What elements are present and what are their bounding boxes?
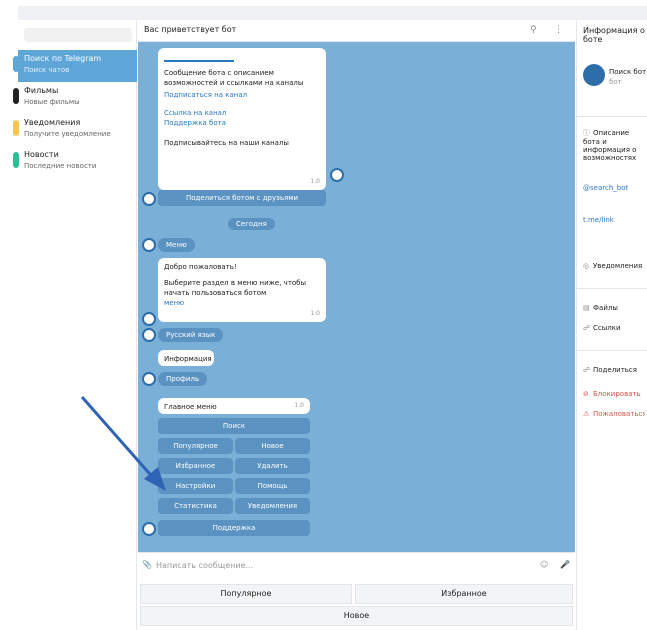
language-pill[interactable]: Русский язык	[158, 328, 224, 342]
chat-title: Вас приветствует бот	[144, 25, 237, 34]
chat-area: Сообщение бота с описанием возможностей …	[138, 42, 575, 552]
bot-avatar	[142, 372, 156, 386]
message-link[interactable]: Поддержка бота	[164, 118, 320, 128]
bot-description: ⓘ Описание бота и информация о возможност…	[583, 129, 637, 162]
chat-color-mark	[13, 152, 19, 168]
welcome-link[interactable]: меню	[164, 298, 320, 308]
emoji-icon[interactable]: ☺	[540, 560, 548, 569]
file-icon: ▤	[583, 304, 590, 312]
kb-new-button[interactable]: Новое	[235, 438, 310, 454]
chat-list-item[interactable]: Уведомления Получите уведомление	[13, 114, 137, 146]
block-icon: ⊘	[583, 390, 589, 398]
chat-list-item[interactable]: Фильмы Новые фильмы	[13, 82, 137, 114]
chat-title: Новости	[24, 150, 59, 159]
reply-button-favorites[interactable]: Избранное	[355, 584, 573, 604]
chat-title: Фильмы	[24, 86, 59, 95]
chat-subtitle: Последние новости	[24, 162, 97, 170]
welcome-message: Добро пожаловать! Выберите раздел в меню…	[158, 258, 326, 322]
bot-avatar	[142, 238, 156, 252]
arrow-annotation	[80, 396, 166, 491]
reply-button-popular[interactable]: Популярное	[140, 584, 352, 604]
chat-list-panel: Поиск по Telegram Поиск чатов Фильмы Новые …	[13, 20, 137, 630]
chat-color-mark	[13, 56, 19, 72]
menu-message: Главное меню 1:0	[158, 398, 310, 414]
notifications-toggle[interactable]: ◎ Уведомления	[583, 262, 645, 270]
link-icon: ☍	[583, 324, 591, 332]
message-time: 1:0	[294, 402, 304, 409]
chat-title: Поиск по Telegram	[24, 54, 102, 63]
reply-button-new[interactable]: Новое	[140, 606, 573, 626]
share-icon[interactable]	[330, 168, 344, 182]
bot-username[interactable]: @search_bot	[583, 184, 645, 192]
kb-notifications-button[interactable]: Уведомления	[235, 498, 310, 514]
message-text: Сообщение бота с описанием возможностей …	[164, 69, 304, 87]
chat-subtitle: Получите уведомление	[24, 130, 111, 138]
share-item[interactable]: ☍ Поделиться	[583, 366, 645, 374]
bot-avatar	[142, 328, 156, 342]
chat-subtitle: Новые фильмы	[24, 98, 80, 106]
bell-icon: ◎	[583, 262, 590, 270]
chat-color-mark	[13, 120, 19, 136]
kb-help-button[interactable]: Помощь	[235, 478, 310, 494]
attach-icon[interactable]: 📎	[142, 560, 152, 569]
bot-profile-avatar	[583, 64, 605, 86]
search-icon[interactable]: ⚲	[530, 25, 537, 35]
files-item[interactable]: ▤ Файлы	[583, 304, 645, 312]
profile-pill[interactable]: Профиль	[158, 372, 208, 386]
info-title: Информация о боте	[583, 26, 645, 44]
menu-label: Главное меню	[164, 403, 217, 411]
search-input[interactable]	[24, 28, 132, 42]
window-top-bar	[18, 6, 647, 20]
bot-avatar	[142, 192, 156, 206]
kb-search-button[interactable]: Поиск	[158, 418, 310, 434]
chat-header: Вас приветствует бот ⚲ ⋮	[138, 20, 575, 42]
kb-delete-button[interactable]: Удалить	[235, 458, 310, 474]
chat-list-item[interactable]: Новости Последние новости	[13, 146, 137, 178]
bot-name: Поиск бот	[609, 68, 647, 76]
kb-support-button[interactable]: Поддержка	[158, 520, 310, 536]
report-item[interactable]: ⚠ Пожаловаться	[583, 410, 645, 418]
kb-stats-button[interactable]: Статистика	[158, 498, 233, 514]
message-footer: Подписывайтесь на наши каналы	[164, 139, 289, 147]
message-link[interactable]: Подписаться на канал	[164, 90, 320, 100]
bot-status: бот	[609, 78, 622, 86]
chat-list-item[interactable]: Поиск по Telegram Поиск чатов	[13, 50, 137, 82]
more-icon[interactable]: ⋮	[554, 25, 563, 35]
chat-subtitle: Поиск чатов	[24, 66, 70, 74]
message-time: 1:0	[310, 310, 320, 317]
welcome-body: Выберите раздел в меню ниже, чтобы начат…	[164, 279, 307, 297]
message-link[interactable]: Ссылка на канал	[164, 108, 320, 118]
chat-title: Уведомления	[24, 118, 81, 127]
message-input[interactable]: Написать сообщение...	[156, 561, 253, 570]
message-input-bar[interactable]: Написать сообщение... 📎 ☺ 🎤	[138, 552, 575, 580]
info-icon: ⓘ	[583, 129, 590, 137]
welcome-title: Добро пожаловать!	[164, 263, 237, 271]
bot-avatar	[142, 312, 156, 326]
share-icon: ☍	[583, 366, 591, 374]
date-separator: Сегодня	[228, 218, 275, 230]
media-preview	[164, 52, 234, 62]
mic-icon[interactable]: 🎤	[560, 560, 570, 569]
message-time: 1:0	[310, 178, 320, 185]
menu-pill[interactable]: Меню	[158, 238, 195, 252]
chat-list: Поиск по Telegram Поиск чатов Фильмы Новые …	[13, 50, 137, 178]
links-item[interactable]: ☍ Ссылки	[583, 324, 645, 332]
info-bubble: Информация	[158, 350, 214, 366]
bot-avatar	[142, 522, 156, 536]
info-panel: Информация о боте Поиск бот бот ⓘ Описани…	[576, 20, 647, 630]
block-item[interactable]: ⊘ Блокировать	[583, 390, 645, 398]
bot-link[interactable]: t.me/link	[583, 216, 645, 224]
share-bot-button[interactable]: Поделиться ботом с друзьями	[158, 190, 326, 206]
bot-message-top: Сообщение бота с описанием возможностей …	[158, 48, 326, 190]
report-icon: ⚠	[583, 410, 590, 418]
chat-color-mark	[13, 88, 19, 104]
